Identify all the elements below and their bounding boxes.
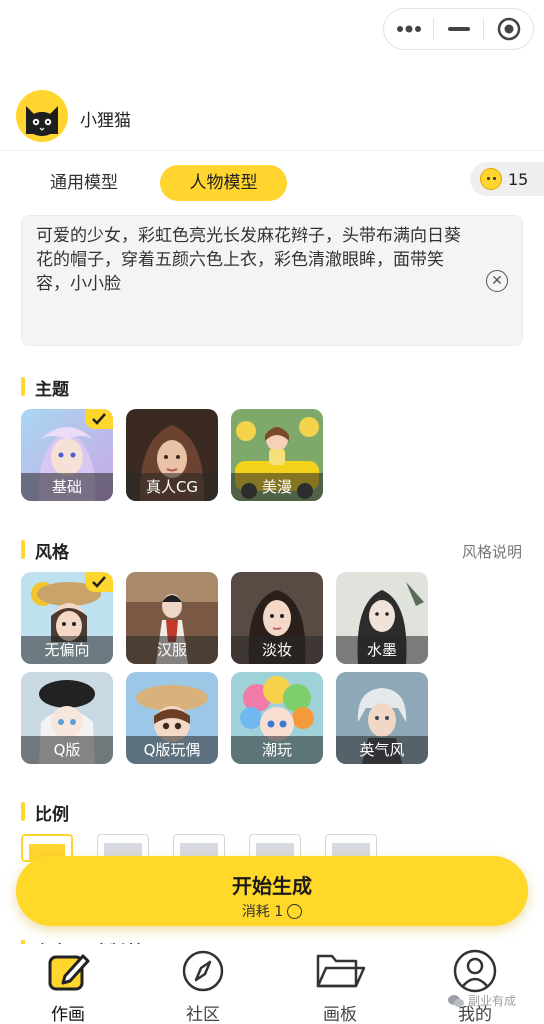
username: 小狸猫 [80, 111, 131, 131]
style-card-neutral[interactable]: 无偏向 [21, 572, 113, 664]
minus-icon [447, 27, 470, 31]
generate-cost-text: 消耗 1 [241, 904, 284, 920]
nav-item-draw[interactable]: 作画 [18, 948, 118, 1024]
checkmark-icon [92, 413, 106, 425]
tab-general-model[interactable]: 通用模型 [30, 165, 138, 201]
user-header: 小狸猫 [0, 90, 544, 150]
bottom-nav: 作画 社区 画板 我的 [0, 944, 544, 1024]
generate-cost: 消耗 1 [16, 901, 528, 921]
style-card-chibi[interactable]: Q版 [21, 672, 113, 764]
compass-icon [182, 950, 224, 992]
folder-icon [316, 954, 366, 988]
section-title-style: 风格 [21, 538, 69, 563]
watermark-text: 副业有成 [468, 994, 517, 1008]
close-miniprogram-button[interactable] [484, 9, 533, 49]
mini-program-capsule [383, 8, 534, 50]
coin-icon [287, 903, 303, 919]
user-icon [453, 949, 497, 993]
style-card-art-toy[interactable]: 潮玩 [231, 672, 323, 764]
style-label: 英气风 [336, 736, 428, 764]
section-title-theme: 主题 [21, 375, 69, 400]
watermark: 副业有成 [448, 992, 516, 1009]
avatar[interactable] [16, 90, 68, 142]
style-card-heroic[interactable]: 英气风 [336, 672, 428, 764]
target-circle-icon [497, 17, 520, 41]
generate-button-label: 开始生成 [232, 874, 312, 898]
black-cat-icon [26, 106, 58, 136]
style-label: 水墨 [336, 636, 428, 664]
style-card-ink-wash[interactable]: 水墨 [336, 572, 428, 664]
selected-check [85, 572, 113, 592]
style-help-link[interactable]: 风格说明 [462, 541, 522, 562]
prompt-text: 可爱的少女，彩虹色亮光长发麻花辫子，头带布满向日葵花的帽子，穿着五颜六色上衣，彩… [36, 226, 461, 294]
theme-label: 美漫 [231, 473, 323, 501]
style-card-hanfu[interactable]: 汉服 [126, 572, 218, 664]
section-title-ratio: 比例 [21, 800, 69, 825]
header-divider [0, 150, 544, 151]
nav-item-profile[interactable]: 我的 [425, 948, 525, 1024]
generate-button[interactable]: 开始生成 消耗 1 [16, 856, 528, 926]
style-label: 无偏向 [21, 636, 113, 664]
nav-label: 作画 [51, 1005, 85, 1024]
prompt-textarea[interactable]: 可爱的少女，彩虹色亮光长发麻花辫子，头带布满向日葵花的帽子，穿着五颜六色上衣，彩… [21, 215, 523, 346]
style-label: 淡妆 [231, 636, 323, 664]
nav-label: 社区 [186, 1005, 220, 1024]
chick-coin-icon [480, 168, 502, 190]
minimize-button[interactable] [434, 9, 483, 49]
style-card-light-makeup[interactable]: 淡妆 [231, 572, 323, 664]
credits-count: 15 [508, 169, 529, 189]
pencil-square-icon [48, 954, 90, 991]
theme-label: 真人CG [126, 473, 218, 501]
style-label: Q版玩偶 [126, 736, 218, 764]
theme-card-realistic-cg[interactable]: 真人CG [126, 409, 218, 501]
tab-person-model[interactable]: 人物模型 [160, 165, 287, 201]
style-label: Q版 [21, 736, 113, 764]
theme-card-american-comic[interactable]: 美漫 [231, 409, 323, 501]
theme-label: 基础 [21, 473, 113, 501]
style-card-chibi-doll[interactable]: Q版玩偶 [126, 672, 218, 764]
checkmark-icon [92, 576, 106, 588]
style-label: 潮玩 [231, 736, 323, 764]
nav-label: 画板 [323, 1005, 357, 1024]
theme-card-basic[interactable]: 基础 [21, 409, 113, 501]
selected-check [85, 409, 113, 429]
nav-item-community[interactable]: 社区 [153, 948, 253, 1024]
more-dots-icon [396, 25, 421, 33]
close-icon: ✕ [491, 273, 503, 289]
credits-badge[interactable]: 15 [470, 162, 544, 196]
style-label: 汉服 [126, 636, 218, 664]
clear-prompt-button[interactable]: ✕ [486, 270, 508, 292]
more-options-button[interactable] [384, 9, 433, 49]
nav-item-board[interactable]: 画板 [290, 948, 390, 1024]
wechat-icon [448, 994, 464, 1007]
